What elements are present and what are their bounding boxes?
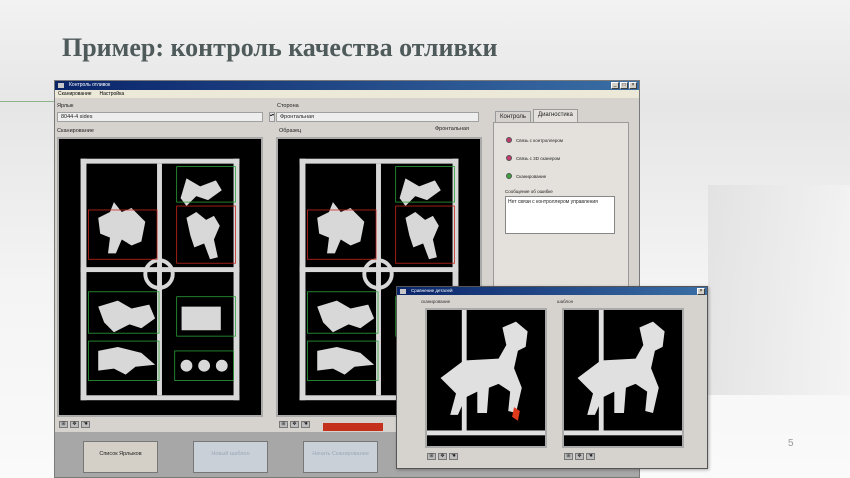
maximize-icon[interactable]: □: [620, 82, 628, 89]
close-icon[interactable]: ×: [629, 82, 637, 89]
main-window-title: Контроль отливок: [69, 82, 111, 88]
side-spinner[interactable]: ▴▾: [269, 112, 275, 122]
hand-icon[interactable]: ☚: [301, 421, 310, 428]
error-message-box[interactable]: Нет связи с контроллером управления: [505, 196, 615, 234]
compare-window-titlebar: Сравнение деталей ×: [397, 287, 707, 295]
sample-image-toolbar: ⊞ ✥ ☚: [279, 421, 310, 429]
scan-image-toolbar: ⊞ ✥ ☚: [59, 421, 90, 429]
side-field[interactable]: Фронтальная: [276, 112, 479, 122]
sample-side-caption: Фронтальная: [435, 126, 470, 132]
led-controller-link: Связь с контроллером: [506, 137, 563, 143]
app-icon: [58, 83, 64, 88]
defect-status-indicator: [323, 423, 383, 431]
hand-icon[interactable]: ☚: [81, 421, 90, 428]
compare-template-toolbar: ⊞ ✥ ☚: [564, 453, 595, 461]
led-label: Связь с контроллером: [516, 137, 564, 143]
minimize-icon[interactable]: _: [611, 82, 619, 89]
compare-scan-toolbar: ⊞ ✥ ☚: [427, 453, 458, 461]
status-led-icon: [506, 155, 512, 161]
pan-icon[interactable]: ✥: [575, 453, 584, 460]
main-window-titlebar: Контроль отливок _ □ ×: [55, 81, 639, 90]
page-number: 5: [788, 438, 794, 449]
led-label: Сканирование: [516, 173, 547, 179]
side-field-caption: Сторона: [277, 103, 299, 109]
compare-scan-caption: сканирование: [421, 299, 451, 304]
background-photo-strip: [708, 185, 850, 395]
error-caption: Сообщение об ошибке: [505, 189, 553, 194]
status-led-icon: [506, 137, 512, 143]
horse-scan-image: [427, 310, 545, 436]
tab-diagnostics[interactable]: Диагностика: [533, 109, 578, 123]
label-field-caption: Ярлык: [57, 103, 74, 109]
horse-template-image: [564, 310, 682, 436]
pan-icon[interactable]: ✥: [438, 453, 447, 460]
menu-bar: Сканирование Настройка: [55, 90, 639, 98]
title-divider: [0, 101, 62, 102]
label-list-button[interactable]: Список Ярлыков: [83, 441, 158, 473]
compare-scan-panel: [425, 308, 547, 448]
hand-icon[interactable]: ☚: [449, 453, 458, 460]
status-led-icon: [506, 173, 512, 179]
new-template-button[interactable]: Новый шаблон: [193, 441, 268, 473]
zoom-icon[interactable]: ⊞: [59, 421, 68, 428]
pan-icon[interactable]: ✥: [290, 421, 299, 428]
compare-window-title: Сравнение деталей: [411, 288, 453, 293]
zoom-icon[interactable]: ⊞: [279, 421, 288, 428]
led-scanning: Сканирование: [506, 173, 546, 179]
slide-title: Пример: контроль качества отливки: [62, 33, 498, 62]
hand-icon[interactable]: ☚: [586, 453, 595, 460]
sample-caption: Образец: [279, 128, 302, 134]
label-field[interactable]: 8044-4 sides: [57, 112, 263, 122]
scan-image-panel: [57, 137, 263, 417]
close-icon[interactable]: ×: [697, 288, 705, 295]
led-label: Связь с 3D сканером: [516, 155, 561, 161]
pan-icon[interactable]: ✥: [70, 421, 79, 428]
menu-settings[interactable]: Настройка: [100, 90, 125, 98]
compare-template-panel: [562, 308, 684, 448]
zoom-icon[interactable]: ⊞: [427, 453, 436, 460]
app-icon: [400, 289, 406, 294]
compare-window: Сравнение деталей × сканирование шаблон …: [396, 286, 708, 469]
zoom-icon[interactable]: ⊞: [564, 453, 573, 460]
compare-template-caption: шаблон: [557, 299, 574, 304]
led-3d-scanner-link: Связь с 3D сканером: [506, 155, 560, 161]
start-scan-button[interactable]: Начать Сканирование: [303, 441, 378, 473]
scan-caption: Сканирование: [57, 128, 94, 134]
casting-sprue-scan-image: [80, 158, 240, 401]
menu-scan[interactable]: Сканирование: [58, 90, 92, 98]
